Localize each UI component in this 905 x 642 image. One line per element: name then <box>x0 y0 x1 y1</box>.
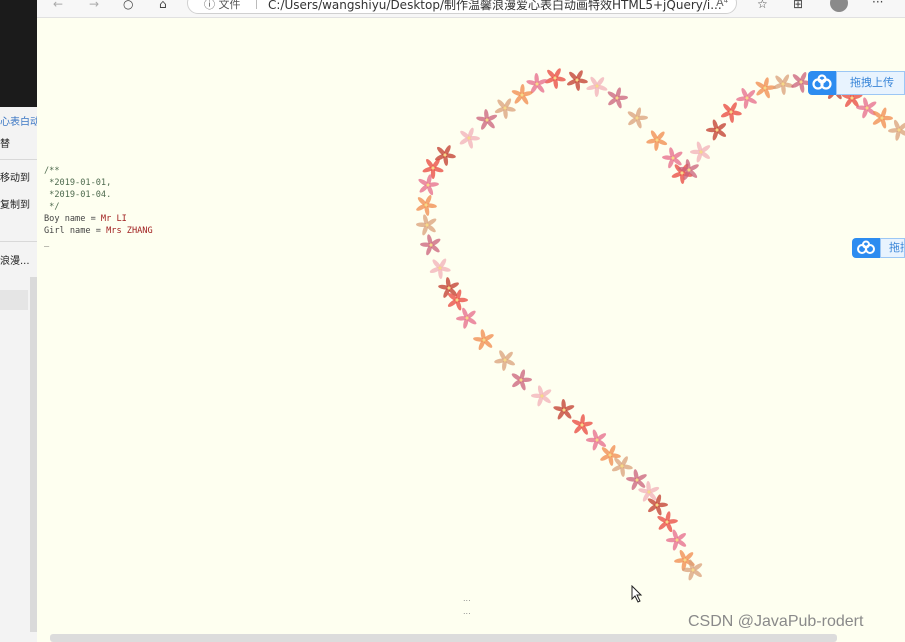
flower-petal-cluster <box>418 174 439 196</box>
flower-petal-cluster <box>416 195 437 216</box>
flower-petal-cluster <box>494 98 516 119</box>
explorer-scrollbar[interactable] <box>30 277 37 632</box>
flower-petal-cluster <box>422 158 444 179</box>
flower-petal-cluster <box>856 97 877 119</box>
mouse-pointer-icon <box>631 585 643 603</box>
file-list-item[interactable]: 浪漫... <box>0 252 30 267</box>
browser-window: ← → ○ ⌂ ⓘ 文件 C:/Users/wangshiyu/Desktop/… <box>37 0 905 642</box>
flower-petal-cluster <box>627 107 648 129</box>
flower-petal-cluster <box>646 130 668 151</box>
flower-petal-cluster <box>772 74 794 95</box>
flower-petal-cluster <box>647 494 668 516</box>
flower-petal-cluster <box>706 119 727 141</box>
cloud-logo-icon <box>808 71 836 95</box>
drag-upload-label[interactable]: 拖拽 <box>880 238 905 258</box>
flower-petal-cluster <box>586 76 608 97</box>
flower-petal-cluster <box>736 88 757 109</box>
flower-petal-cluster <box>420 234 441 256</box>
flower-petal-cluster <box>544 68 566 89</box>
horizontal-scrollbar[interactable] <box>50 634 837 642</box>
flower-petal-cluster <box>553 399 575 420</box>
flower-petal-cluster <box>511 84 533 105</box>
ellipsis-marker: ... <box>463 607 471 616</box>
flower-petal-cluster <box>473 329 494 351</box>
drag-upload-widget[interactable]: 拖拽上传 <box>808 71 905 95</box>
flower-petal-cluster <box>666 529 687 551</box>
ellipsis-marker: ... <box>463 594 471 603</box>
divider <box>0 241 37 242</box>
flower-petal-cluster <box>888 119 905 141</box>
flower-petal-cluster <box>456 307 477 329</box>
drag-upload-label[interactable]: 拖拽上传 <box>836 71 905 95</box>
flower-petal-cluster <box>494 350 516 371</box>
flower-petal-cluster <box>662 147 683 169</box>
flower-petal-cluster <box>626 469 647 491</box>
csdn-watermark: CSDN @JavaPub-rodert <box>688 613 864 630</box>
flower-petal-cluster <box>476 109 498 130</box>
flower-petal-cluster <box>611 456 633 477</box>
flower-petal-cluster <box>429 258 451 279</box>
flower-petal-cluster <box>459 127 480 149</box>
flower-petal-cluster <box>607 87 628 109</box>
flower-petal-cluster <box>531 385 552 407</box>
drag-upload-widget-secondary[interactable]: 拖拽 <box>852 238 905 262</box>
flower-petal-cluster <box>720 102 742 123</box>
flower-petal-cluster <box>571 414 593 435</box>
cloud-logo-icon <box>852 238 880 258</box>
flower-petal-cluster <box>567 70 588 91</box>
selected-row[interactable] <box>0 290 28 310</box>
flower-petal-cluster <box>690 141 711 163</box>
flower-petal-cluster <box>511 369 532 391</box>
copy-to-button[interactable]: 复制到 <box>0 196 30 211</box>
explorer-folder-name[interactable]: 心表白动 <box>0 113 37 128</box>
file-explorer-fragment: 心表白动 替 移动到 复制到 浪漫... <box>0 107 37 642</box>
flower-petal-cluster <box>416 214 437 236</box>
desktop-dark-strip <box>0 0 37 107</box>
explorer-item[interactable]: 替 <box>0 135 10 150</box>
move-to-button[interactable]: 移动到 <box>0 169 30 184</box>
flower-petal-cluster <box>872 107 893 129</box>
flower-heart-animation <box>416 68 905 581</box>
flower-petal-cluster <box>447 289 468 311</box>
divider <box>0 159 37 160</box>
